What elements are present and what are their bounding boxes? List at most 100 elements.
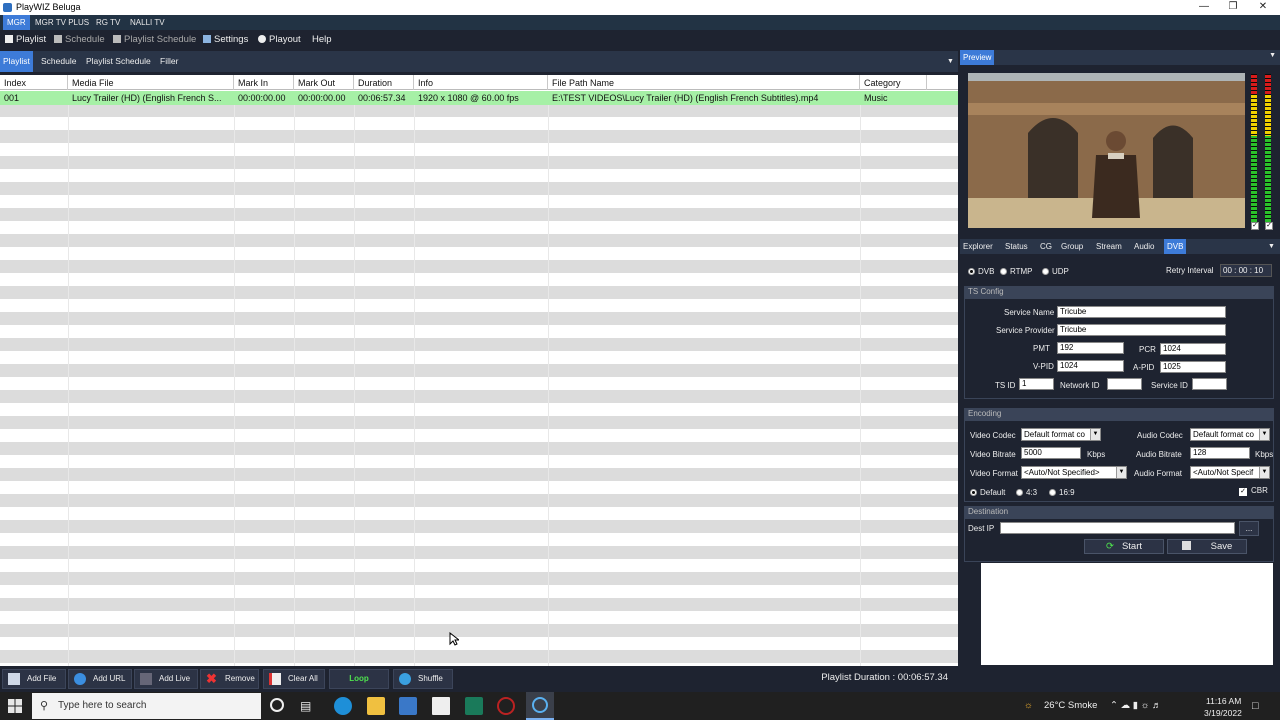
pcr-input[interactable]: 1024: [1160, 343, 1226, 355]
playwiz-taskbar-button[interactable]: [526, 692, 554, 720]
tab-schedule[interactable]: Schedule: [38, 51, 79, 72]
menu-playlist[interactable]: Playlist: [5, 33, 46, 46]
radio-dvb[interactable]: DVB: [968, 267, 994, 276]
channel-tab-mgr[interactable]: MGR: [3, 15, 30, 30]
video-bitrate-unit: Kbps: [1087, 450, 1106, 459]
browse-button[interactable]: ...: [1239, 521, 1259, 536]
pmt-input[interactable]: 192: [1057, 342, 1124, 354]
service-id-input[interactable]: [1192, 378, 1227, 390]
radio-udp[interactable]: UDP: [1042, 267, 1069, 276]
right-tabs-dropdown-icon[interactable]: ▼: [1265, 239, 1278, 254]
radio-rtmp[interactable]: RTMP: [1000, 267, 1033, 276]
cell-info: 1920 x 1080 @ 60.00 fps: [418, 93, 519, 103]
menu-settings[interactable]: Settings: [203, 33, 248, 46]
app-icon-red[interactable]: [497, 697, 515, 715]
minimize-button[interactable]: —: [1189, 0, 1219, 15]
tab-cg[interactable]: CG: [1037, 239, 1055, 254]
windows-start-icon[interactable]: [8, 699, 22, 713]
col-info[interactable]: Info: [414, 75, 548, 90]
video-preview[interactable]: [968, 73, 1245, 228]
edge-browser-icon[interactable]: [334, 697, 352, 715]
menu-bar: Playlist Schedule Playlist Schedule Sett…: [0, 30, 1280, 48]
menu-playout[interactable]: Playout: [258, 33, 301, 46]
file-explorer-icon[interactable]: [367, 697, 385, 715]
clock-time[interactable]: 11:16 AM: [1206, 695, 1241, 707]
tab-group[interactable]: Group: [1058, 239, 1086, 254]
aspect-16-9-radio[interactable]: 16:9: [1049, 488, 1075, 497]
table-body: [0, 91, 958, 666]
tab-explorer[interactable]: Explorer: [960, 239, 996, 254]
network-id-input[interactable]: [1107, 378, 1142, 390]
channel-tab-nalli-tv[interactable]: NALLI TV: [126, 15, 169, 30]
apid-input[interactable]: 1025: [1160, 361, 1226, 373]
col-category[interactable]: Category: [860, 75, 927, 90]
tab-audio[interactable]: Audio: [1131, 239, 1157, 254]
aspect-default-radio[interactable]: Default: [970, 488, 1005, 497]
add-live-button[interactable]: Add Live: [134, 669, 198, 689]
mail-icon[interactable]: [432, 697, 450, 715]
vpid-input[interactable]: 1024: [1057, 360, 1124, 372]
dest-ip-input[interactable]: [1000, 522, 1235, 534]
preview-header: Preview ▼: [960, 50, 1280, 65]
retry-interval-input[interactable]: 00 : 00 : 10: [1220, 264, 1272, 277]
tabs-dropdown-icon[interactable]: ▼: [944, 51, 957, 72]
col-media-file[interactable]: Media File: [68, 75, 234, 90]
menu-playlist-schedule[interactable]: Playlist Schedule: [113, 33, 196, 46]
ts-id-input[interactable]: 1: [1019, 378, 1054, 390]
col-index[interactable]: Index: [0, 75, 68, 90]
audio-bitrate-input[interactable]: 128: [1190, 447, 1250, 459]
tab-playlist-schedule[interactable]: Playlist Schedule: [83, 51, 154, 72]
meter-right-checkbox[interactable]: ✓: [1265, 222, 1273, 230]
col-duration[interactable]: Duration: [354, 75, 414, 90]
store-icon[interactable]: [399, 697, 417, 715]
service-provider-input[interactable]: Tricube: [1057, 324, 1226, 336]
cell-file-path: E:\TEST VIDEOS\Lucy Trailer (HD) (Englis…: [552, 93, 819, 103]
add-url-button[interactable]: Add URL: [68, 669, 132, 689]
audio-format-select[interactable]: <Auto/Not Specif ▼: [1190, 466, 1270, 479]
preview-dropdown-icon[interactable]: ▼: [1269, 52, 1276, 59]
tab-status[interactable]: Status: [1002, 239, 1031, 254]
start-button[interactable]: ⟳ Start: [1084, 539, 1164, 554]
clear-all-button[interactable]: Clear All: [263, 669, 325, 689]
task-view-icon[interactable]: ▤: [300, 697, 318, 715]
video-bitrate-input[interactable]: 5000: [1021, 447, 1081, 459]
remove-button[interactable]: ✖ Remove: [200, 669, 259, 689]
weather-text[interactable]: 26°C Smoke: [1044, 692, 1097, 720]
tab-filler[interactable]: Filler: [157, 51, 181, 72]
close-button[interactable]: ✕: [1248, 0, 1278, 15]
output-log-box[interactable]: [981, 563, 1273, 665]
save-button[interactable]: Save: [1167, 539, 1247, 554]
channel-tab-mgr-tv-plus[interactable]: MGR TV PLUS: [31, 15, 93, 30]
col-file-path[interactable]: File Path Name: [548, 75, 860, 90]
cbr-checkbox[interactable]: ✓ CBR: [1239, 486, 1268, 496]
app-icon-green[interactable]: [465, 697, 483, 715]
tab-stream[interactable]: Stream: [1093, 239, 1125, 254]
tray-icons[interactable]: ⌃ ☁ ▮ ☼ ♬: [1110, 692, 1161, 720]
tab-dvb[interactable]: DVB: [1164, 239, 1187, 254]
video-format-select[interactable]: <Auto/Not Specified> ▼: [1021, 466, 1127, 479]
col-mark-out[interactable]: Mark Out: [294, 75, 354, 90]
service-name-input[interactable]: Tricube: [1057, 306, 1226, 318]
clock-date[interactable]: 3/19/2022: [1204, 707, 1242, 719]
table-row[interactable]: 001 Lucy Trailer (HD) (English French S.…: [0, 91, 958, 105]
network-id-label: Network ID: [1060, 381, 1100, 390]
audio-codec-select[interactable]: Default format co ▼: [1190, 428, 1270, 441]
meter-left-checkbox[interactable]: ✓: [1251, 222, 1259, 230]
notification-icon[interactable]: □: [1252, 692, 1259, 720]
menu-schedule[interactable]: Schedule: [54, 33, 105, 46]
menu-help[interactable]: Help: [312, 33, 332, 46]
chevron-down-icon: ▼: [1259, 429, 1269, 440]
video-codec-select[interactable]: Default format co ▼: [1021, 428, 1101, 441]
tab-playlist[interactable]: Playlist: [0, 51, 33, 72]
col-mark-in[interactable]: Mark In: [234, 75, 294, 90]
tab-preview[interactable]: Preview: [960, 50, 995, 65]
loop-button[interactable]: Loop: [329, 669, 389, 689]
app-icon: [3, 3, 12, 12]
cortana-icon[interactable]: [270, 698, 284, 712]
shuffle-button[interactable]: Shuffle: [393, 669, 453, 689]
restore-button[interactable]: ❐: [1218, 0, 1248, 15]
aspect-4-3-radio[interactable]: 4:3: [1016, 488, 1037, 497]
channel-tab-rg-tv[interactable]: RG TV: [92, 15, 124, 30]
taskbar-search-box[interactable]: ⚲ Type here to search: [32, 693, 261, 719]
add-file-button[interactable]: Add File: [2, 669, 66, 689]
